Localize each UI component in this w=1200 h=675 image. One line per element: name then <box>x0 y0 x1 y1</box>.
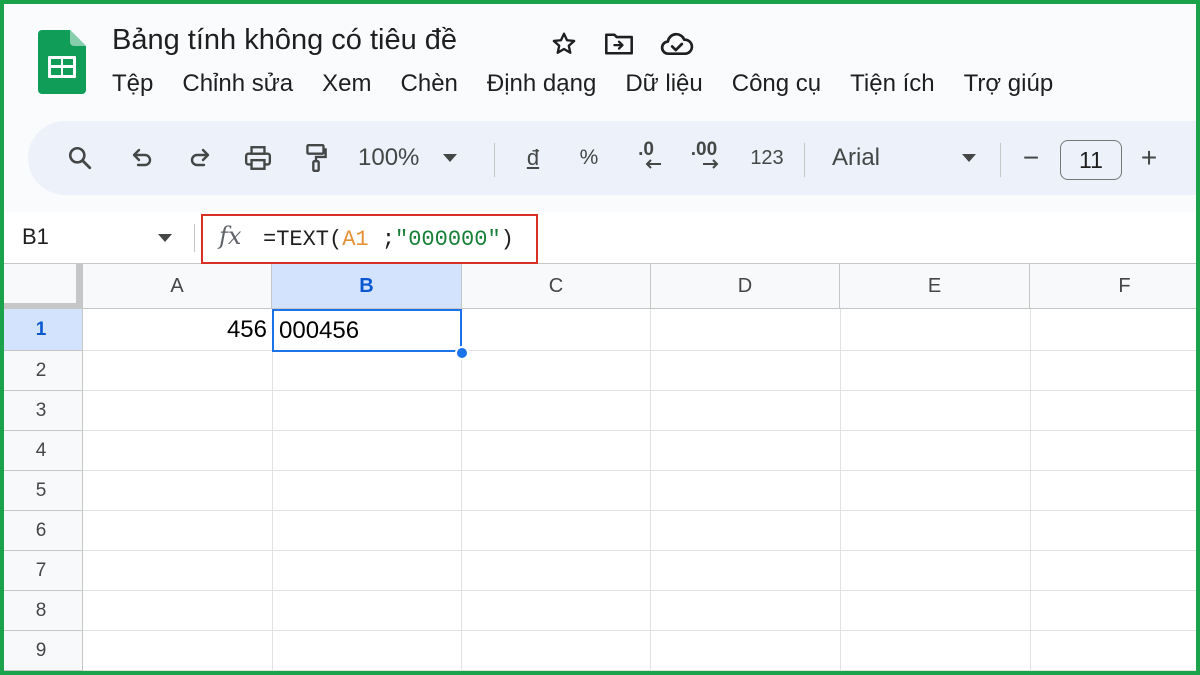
print-button[interactable] <box>240 121 276 195</box>
app-header: Bảng tính không có tiêu đề Tệp Chỉnh sửa… <box>0 0 1200 115</box>
gridline <box>840 309 841 675</box>
toolbar-divider <box>1000 143 1001 177</box>
formula-format-string: "000000" <box>395 227 501 252</box>
gridline <box>83 590 1200 591</box>
gridline <box>650 309 651 675</box>
percent-format-button[interactable]: % <box>576 121 602 195</box>
gridline <box>83 470 1200 471</box>
toolbar: 100% đ % .0 .00 123 Arial − 11 + <box>28 121 1200 195</box>
row-header-3[interactable]: 3 <box>0 391 83 431</box>
row-header-1[interactable]: 1 <box>0 309 83 351</box>
menu-tools[interactable]: Công cụ <box>732 70 821 98</box>
gridline <box>272 309 273 675</box>
menu-help[interactable]: Trợ giúp <box>964 70 1054 98</box>
print-icon <box>244 146 272 170</box>
cloud-saved-icon[interactable] <box>660 31 694 57</box>
column-header-d[interactable]: D <box>651 264 840 309</box>
gridline <box>83 630 1200 631</box>
menu-edit[interactable]: Chỉnh sửa <box>182 70 293 98</box>
fill-handle[interactable] <box>455 346 469 360</box>
gridline <box>83 550 1200 551</box>
gridline <box>83 350 1200 351</box>
document-title[interactable]: Bảng tính không có tiêu đề <box>112 24 457 57</box>
gridline <box>1030 309 1031 675</box>
sheets-logo-icon[interactable] <box>38 30 86 94</box>
row-header-8[interactable]: 8 <box>0 591 83 631</box>
font-family-select[interactable]: Arial <box>832 121 976 195</box>
menu-data[interactable]: Dữ liệu <box>625 70 702 98</box>
row-header-5[interactable]: 5 <box>0 471 83 511</box>
column-header-b[interactable]: B <box>272 264 462 309</box>
select-all-corner[interactable] <box>0 264 83 309</box>
formula-bar-divider <box>194 224 195 252</box>
paint-format-button[interactable] <box>298 121 334 195</box>
search-icon <box>68 146 92 170</box>
arrow-right-icon <box>703 159 719 169</box>
arrow-left-icon <box>645 159 661 169</box>
redo-icon <box>190 148 210 167</box>
chevron-down-icon[interactable] <box>158 234 172 242</box>
spreadsheet-grid: A B C D E F 1 2 3 4 5 6 7 8 9 456 000456 <box>0 264 1200 675</box>
column-header-c[interactable]: C <box>462 264 651 309</box>
gridline <box>461 309 462 675</box>
zoom-value: 100% <box>358 144 420 171</box>
undo-button[interactable] <box>124 121 160 195</box>
row-header-7[interactable]: 7 <box>0 551 83 591</box>
number-format-button[interactable]: 123 <box>746 121 788 195</box>
column-header-a[interactable]: A <box>83 264 272 309</box>
gridline <box>83 670 1200 671</box>
row-header-4[interactable]: 4 <box>0 431 83 471</box>
redo-button[interactable] <box>182 121 218 195</box>
row-header-9[interactable]: 9 <box>0 631 83 671</box>
column-header-f[interactable]: F <box>1030 264 1200 309</box>
zoom-select[interactable]: 100% <box>358 121 468 195</box>
decrease-decimal-button[interactable]: .0 <box>628 121 664 195</box>
increase-decimal-button[interactable]: .00 <box>684 121 724 195</box>
gridline <box>83 430 1200 431</box>
paint-format-icon <box>306 143 327 173</box>
formula-input[interactable]: =TEXT(A1 ;"000000") <box>263 227 514 252</box>
search-button[interactable] <box>62 121 98 195</box>
undo-icon <box>132 148 152 167</box>
toolbar-divider <box>494 143 495 177</box>
menu-format[interactable]: Định dạng <box>487 70 596 98</box>
gridline <box>83 390 1200 391</box>
font-family-value: Arial <box>832 144 881 171</box>
menu-view[interactable]: Xem <box>322 70 371 98</box>
cell-b1-selected[interactable]: 000456 <box>272 309 462 352</box>
gridline <box>83 510 1200 511</box>
move-to-folder-icon[interactable] <box>604 31 634 57</box>
name-box[interactable]: B1 <box>22 224 49 250</box>
menu-file[interactable]: Tệp <box>112 70 153 98</box>
increase-font-size-button[interactable]: + <box>1134 121 1164 195</box>
cell-a1[interactable]: 456 <box>84 309 272 350</box>
currency-format-button[interactable]: đ <box>520 121 546 195</box>
title-actions <box>550 30 694 58</box>
row-header-6[interactable]: 6 <box>0 511 83 551</box>
toolbar-area: 100% đ % .0 .00 123 Arial − 11 + <box>0 115 1200 212</box>
menu-insert[interactable]: Chèn <box>401 70 458 98</box>
chevron-down-icon <box>962 154 976 162</box>
formula-highlight-box: fx =TEXT(A1 ;"000000") <box>201 214 538 264</box>
formula-bar: B1 fx =TEXT(A1 ;"000000") <box>0 212 1200 264</box>
fx-icon: fx <box>219 222 242 250</box>
menu-extensions[interactable]: Tiện ích <box>850 70 934 98</box>
menu-bar: Tệp Chỉnh sửa Xem Chèn Định dạng Dữ liệu… <box>112 70 1082 98</box>
row-header-2[interactable]: 2 <box>0 351 83 391</box>
font-size-input[interactable]: 11 <box>1060 140 1122 180</box>
decrease-font-size-button[interactable]: − <box>1016 121 1046 195</box>
toolbar-divider <box>804 143 805 177</box>
column-header-e[interactable]: E <box>840 264 1030 309</box>
chevron-down-icon <box>443 154 458 162</box>
star-icon[interactable] <box>550 30 578 58</box>
formula-cell-reference: A1 <box>342 227 369 252</box>
